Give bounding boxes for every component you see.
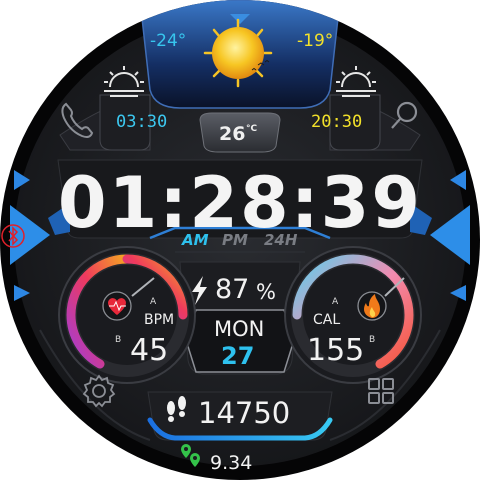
heart-rate-value[interactable]: 45 xyxy=(130,336,168,366)
day-of-month: 27 xyxy=(221,342,255,370)
current-temperature-unit: °C xyxy=(246,124,258,134)
temperature-low: -24° xyxy=(150,31,187,51)
digital-clock[interactable]: 01:28:39 xyxy=(0,168,480,238)
sun-icon xyxy=(203,18,273,88)
heart-gauge-a-label: A xyxy=(150,297,157,307)
battery-unit: % xyxy=(256,280,276,304)
calorie-gauge-b-label: B xyxy=(369,335,376,345)
heart-rate-unit: BPM xyxy=(144,312,175,328)
weekday: MON xyxy=(214,317,265,341)
calories-unit: CAL xyxy=(313,312,341,328)
temperature-high: -19° xyxy=(297,31,334,51)
sunset-time: 20:30 xyxy=(311,112,363,132)
watch-face: -24° -19° 03:30 20:30 26 °C 01:28:39 AM … xyxy=(0,0,480,480)
calories-value[interactable]: 155 xyxy=(307,336,364,366)
calorie-gauge-a-label: A xyxy=(332,297,339,307)
heart-gauge-b-label: B xyxy=(115,335,122,345)
am-indicator: AM xyxy=(182,231,209,249)
current-temperature: 26 xyxy=(219,123,246,145)
24h-indicator: 24H xyxy=(264,231,298,249)
battery-percent: 87 xyxy=(215,274,250,305)
sunrise-time: 03:30 xyxy=(116,112,168,132)
distance-value: 9.34 xyxy=(210,452,253,474)
steps-count[interactable]: 14750 xyxy=(198,399,290,428)
pm-indicator: PM xyxy=(222,231,248,249)
